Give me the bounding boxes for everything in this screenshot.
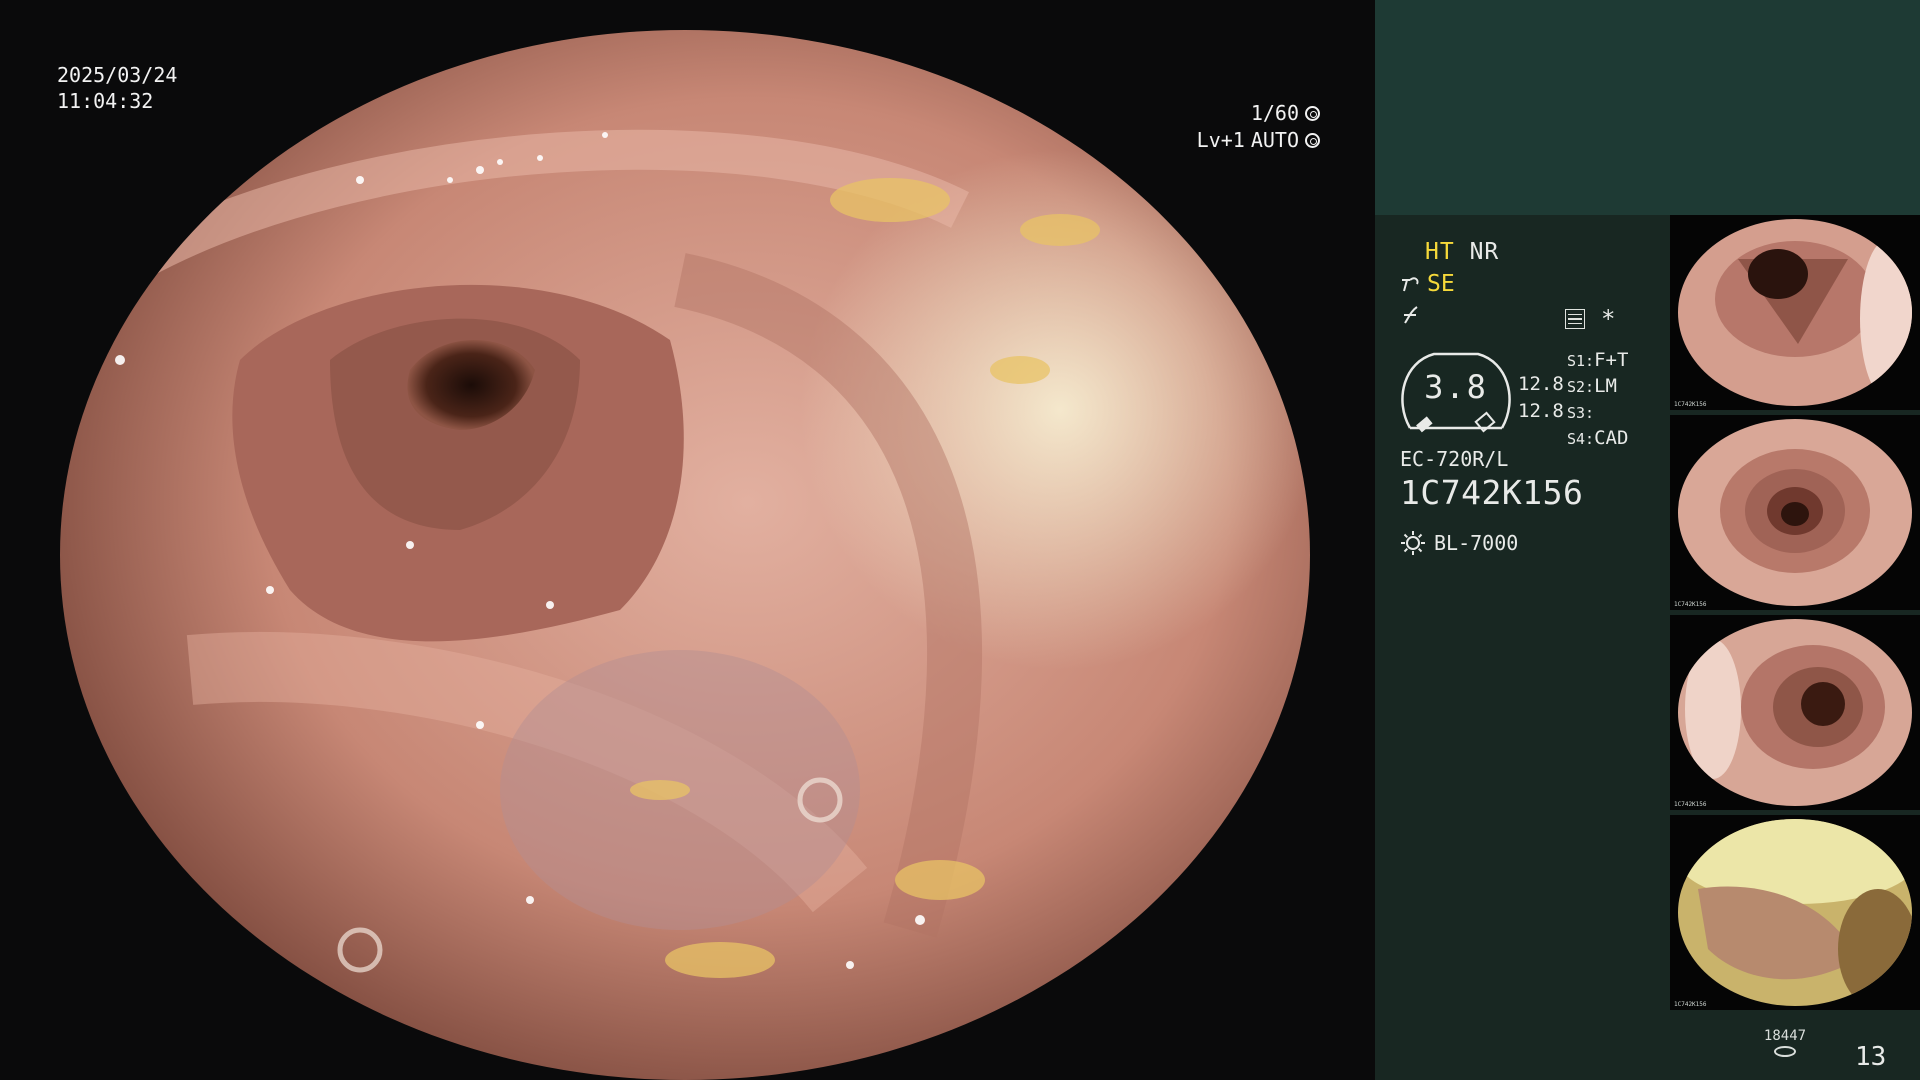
thumbnail-image (1678, 419, 1912, 606)
switch-s1: S1:F+T (1567, 349, 1629, 371)
switch-s3: S3: (1567, 404, 1595, 422)
mode-ht: HT (1425, 239, 1455, 265)
light-source-row: BL-7000 (1400, 530, 1518, 556)
thumbnail-meta: 1C742K156 (1674, 1001, 1707, 1008)
shutter-icon (1305, 106, 1320, 121)
storage-icon (1774, 1046, 1796, 1057)
structure-enhance-icon (1402, 277, 1419, 292)
endoscopy-screen: 2025/03/24 11:04:32 1/60 Lv+1 AUTO HT NR… (0, 0, 1920, 1080)
scope-settings: HT NR SE * 3.8 12.8 12.8 S1:F+T S2:LM S3… (1375, 215, 1665, 1080)
mode-nr: NR (1469, 239, 1500, 265)
enhance-mode: SE (1427, 271, 1455, 297)
brightness-level: Lv+1 (1196, 128, 1245, 152)
function-icon-row (1401, 305, 1421, 331)
switch-s4: S4:CAD (1567, 427, 1629, 449)
asterisk-icon: * (1601, 305, 1616, 333)
switch-s2: S2:LM (1567, 375, 1617, 397)
status-icons: * (1565, 305, 1616, 333)
gauge-readout-1: 12.8 (1518, 373, 1564, 395)
shutter-speed: 1/60 (1250, 101, 1299, 125)
exposure-info: 1/60 Lv+1 AUTO (1197, 100, 1320, 154)
light-source-model: BL-7000 (1434, 531, 1519, 555)
thumbnail-meta: 1C742K156 (1674, 601, 1707, 608)
light-source-icon (1401, 531, 1425, 555)
switch-settings: S1:F+T S2:LM S3: S4:CAD (1567, 348, 1628, 452)
thumbnail-meta: 1C742K156 (1674, 401, 1707, 408)
function-icon (1404, 306, 1418, 324)
colon-lumen-image (60, 30, 1310, 1080)
datetime: 2025/03/24 11:04:32 (57, 62, 177, 114)
capture-counter: 18447 (1760, 1028, 1810, 1057)
panel-header-area (1375, 0, 1920, 215)
thumbnail[interactable]: 1C742K156 (1670, 815, 1920, 1010)
thumbnail[interactable]: 1C742K156 (1670, 615, 1920, 810)
image-page-number: 13 (1855, 1042, 1887, 1072)
capture-time: 11:04:32 (57, 89, 154, 113)
exposure-mode: AUTO (1250, 128, 1299, 152)
thumbnail-image (1678, 819, 1912, 1006)
thumbnail-meta: 1C742K156 (1674, 801, 1707, 808)
endoscopic-image (60, 30, 1310, 1080)
endoscope-viewport: 2025/03/24 11:04:32 1/60 Lv+1 AUTO (0, 0, 1375, 1080)
capture-count: 18447 (1763, 1028, 1807, 1044)
enhance-row: SE (1401, 271, 1455, 297)
record-icon (1565, 309, 1585, 329)
scope-serial: 1C742K156 (1400, 473, 1584, 512)
scope-model: EC-720R/L (1400, 447, 1509, 471)
mode-indicators: HT NR (1425, 239, 1499, 265)
thumbnail[interactable]: 1C742K156 (1670, 215, 1920, 410)
gauge-readout-2: 12.8 (1518, 400, 1564, 422)
auto-exposure-icon (1305, 133, 1320, 148)
thumbnail-image (1678, 219, 1912, 406)
capture-date: 2025/03/24 (57, 63, 178, 87)
info-panel: HT NR SE * 3.8 12.8 12.8 S1:F+T S2:LM S3… (1375, 0, 1920, 1080)
gauge-value: 3.8 (1424, 368, 1488, 406)
thumbnail-image (1678, 619, 1912, 806)
gauge-readouts: 12.8 12.8 (1518, 371, 1564, 425)
gauge: 3.8 (1400, 350, 1512, 440)
thumbnail[interactable]: 1C742K156 (1670, 415, 1920, 610)
